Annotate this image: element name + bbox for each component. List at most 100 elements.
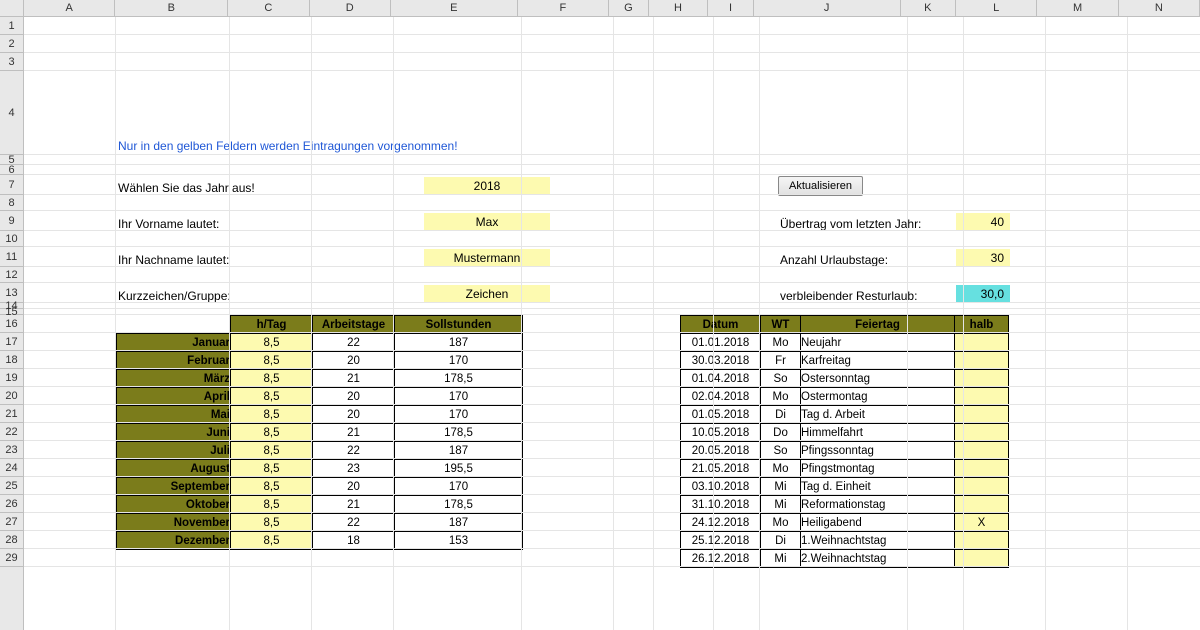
holiday-name: Tag d. Arbeit: [801, 406, 955, 424]
hours-per-day-input[interactable]: 8,5: [231, 334, 313, 352]
month-label: März: [117, 370, 231, 388]
month-label: Februar: [117, 352, 231, 370]
hours-per-day-input[interactable]: 8,5: [231, 406, 313, 424]
column-header-G[interactable]: G: [609, 0, 649, 16]
holiday-name: 1.Weihnachtstag: [801, 532, 955, 550]
holiday-name: Himmelfahrt: [801, 424, 955, 442]
holiday-weekday: Mo: [761, 334, 801, 352]
hours-per-day-input[interactable]: 8,5: [231, 442, 313, 460]
holidays-header-c2: WT: [761, 316, 801, 334]
holiday-row: 30.03.2018FrKarfreitag: [681, 352, 1009, 370]
row-header-22[interactable]: 22: [0, 423, 23, 441]
holiday-weekday: Mi: [761, 478, 801, 496]
hours-per-day-input[interactable]: 8,5: [231, 424, 313, 442]
holiday-weekday: Mo: [761, 460, 801, 478]
row-header-16[interactable]: 16: [0, 315, 23, 333]
column-header-M[interactable]: M: [1037, 0, 1118, 16]
row-header-1[interactable]: 1: [0, 17, 23, 35]
row-header-18[interactable]: 18: [0, 351, 23, 369]
column-header-I[interactable]: I: [708, 0, 754, 16]
row-header-27[interactable]: 27: [0, 513, 23, 531]
carryover-label: Übertrag vom letzten Jahr:: [780, 217, 921, 231]
hours-per-day-input[interactable]: 8,5: [231, 496, 313, 514]
workdays-value: 18: [313, 532, 395, 550]
hours-per-day-input[interactable]: 8,5: [231, 460, 313, 478]
months-header-c1: h/Tag: [231, 316, 313, 334]
holiday-row: 03.10.2018MiTag d. Einheit: [681, 478, 1009, 496]
target-hours-value: 153: [395, 532, 523, 550]
column-header-E[interactable]: E: [391, 0, 518, 16]
holiday-date: 02.04.2018: [681, 388, 761, 406]
column-header-L[interactable]: L: [956, 0, 1037, 16]
target-hours-value: 178,5: [395, 370, 523, 388]
column-header-C[interactable]: C: [228, 0, 309, 16]
holiday-weekday: So: [761, 442, 801, 460]
row-header-4[interactable]: 4: [0, 71, 23, 155]
row-header-7[interactable]: 7: [0, 175, 23, 195]
row-header-11[interactable]: 11: [0, 247, 23, 267]
row-header-25[interactable]: 25: [0, 477, 23, 495]
holiday-row: 20.05.2018SoPfingssonntag: [681, 442, 1009, 460]
row-header-23[interactable]: 23: [0, 441, 23, 459]
column-header-D[interactable]: D: [310, 0, 391, 16]
holiday-name: Pfingssonntag: [801, 442, 955, 460]
holiday-row: 24.12.2018MoHeiligabendX: [681, 514, 1009, 532]
remaining-value: 30,0: [956, 285, 1010, 303]
row-header-10[interactable]: 10: [0, 231, 23, 247]
column-header-F[interactable]: F: [518, 0, 609, 16]
holiday-weekday: Di: [761, 406, 801, 424]
row-header-9[interactable]: 9: [0, 211, 23, 231]
column-header-K[interactable]: K: [901, 0, 957, 16]
row-header-20[interactable]: 20: [0, 387, 23, 405]
target-hours-value: 187: [395, 514, 523, 532]
row-header-6[interactable]: 6: [0, 165, 23, 175]
lastname-input[interactable]: Mustermann: [424, 249, 550, 267]
hours-per-day-input[interactable]: 8,5: [231, 532, 313, 550]
workdays-value: 20: [313, 478, 395, 496]
month-label: Juli: [117, 442, 231, 460]
workdays-value: 20: [313, 352, 395, 370]
row-header-29[interactable]: 29: [0, 549, 23, 567]
month-label: September: [117, 478, 231, 496]
hours-per-day-input[interactable]: 8,5: [231, 388, 313, 406]
row-header-8[interactable]: 8: [0, 195, 23, 211]
row-header-12[interactable]: 12: [0, 267, 23, 283]
year-input[interactable]: 2018: [424, 177, 550, 195]
carryover-input[interactable]: 40: [956, 213, 1010, 231]
column-header-B[interactable]: B: [115, 0, 228, 16]
row-header-26[interactable]: 26: [0, 495, 23, 513]
code-input[interactable]: Zeichen: [424, 285, 550, 303]
holiday-weekday: Mo: [761, 388, 801, 406]
workdays-value: 21: [313, 370, 395, 388]
refresh-button[interactable]: Aktualisieren: [778, 176, 863, 196]
row-header-28[interactable]: 28: [0, 531, 23, 549]
hours-per-day-input[interactable]: 8,5: [231, 478, 313, 496]
row-header-24[interactable]: 24: [0, 459, 23, 477]
vacation-days-input[interactable]: 30: [956, 249, 1010, 267]
holiday-name: Heiligabend: [801, 514, 955, 532]
row-header-21[interactable]: 21: [0, 405, 23, 423]
column-header-J[interactable]: J: [754, 0, 901, 16]
hours-per-day-input[interactable]: 8,5: [231, 370, 313, 388]
firstname-input[interactable]: Max: [424, 213, 550, 231]
hours-per-day-input[interactable]: 8,5: [231, 514, 313, 532]
target-hours-value: 170: [395, 406, 523, 424]
row-header-3[interactable]: 3: [0, 53, 23, 71]
holiday-weekday: Mo: [761, 514, 801, 532]
row-header-19[interactable]: 19: [0, 369, 23, 387]
column-header-H[interactable]: H: [649, 0, 709, 16]
holiday-row: 01.05.2018DiTag d. Arbeit: [681, 406, 1009, 424]
row-headers: 1234567891011121314151617181920212223242…: [0, 17, 24, 630]
holiday-row: 21.05.2018MoPfingstmontag: [681, 460, 1009, 478]
holiday-date: 24.12.2018: [681, 514, 761, 532]
select-all-corner[interactable]: [0, 0, 24, 17]
column-header-A[interactable]: A: [24, 0, 115, 16]
column-header-N[interactable]: N: [1119, 0, 1200, 16]
target-hours-value: 178,5: [395, 424, 523, 442]
row-header-2[interactable]: 2: [0, 35, 23, 53]
hours-per-day-input[interactable]: 8,5: [231, 352, 313, 370]
holiday-row: 01.04.2018SoOstersonntag: [681, 370, 1009, 388]
row-header-17[interactable]: 17: [0, 333, 23, 351]
year-label: Wählen Sie das Jahr aus!: [118, 181, 255, 195]
holiday-date: 01.04.2018: [681, 370, 761, 388]
